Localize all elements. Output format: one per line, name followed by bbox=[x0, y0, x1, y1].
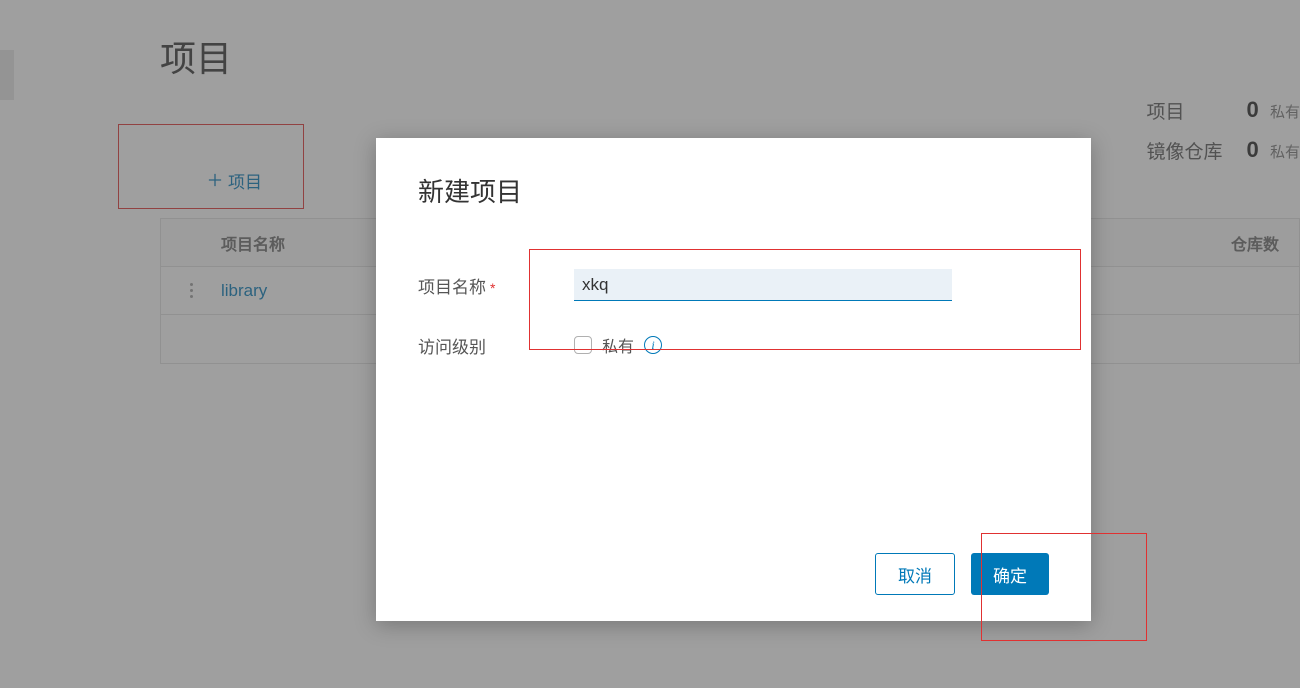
ok-button[interactable]: 确定 bbox=[971, 553, 1049, 595]
info-icon[interactable]: i bbox=[644, 336, 662, 354]
field-project-name: 项目名称* bbox=[418, 255, 1049, 315]
ok-button-label: 确定 bbox=[993, 562, 1027, 587]
field-project-name-label: 项目名称 bbox=[418, 278, 486, 297]
cancel-button[interactable]: 取消 bbox=[875, 553, 955, 595]
field-access-level-label: 访问级别 bbox=[418, 333, 574, 358]
new-project-modal: 新建项目 项目名称* 访问级别 私有 i 取消 确定 bbox=[376, 138, 1091, 621]
required-asterisk: * bbox=[490, 280, 495, 296]
project-name-input[interactable] bbox=[574, 269, 952, 301]
cancel-button-label: 取消 bbox=[898, 562, 932, 587]
field-access-level: 访问级别 私有 i bbox=[418, 315, 1049, 375]
private-checkbox-label: 私有 bbox=[602, 333, 634, 357]
modal-title: 新建项目 bbox=[418, 172, 1049, 209]
private-checkbox[interactable] bbox=[574, 336, 592, 354]
modal-footer: 取消 确定 bbox=[418, 553, 1049, 595]
